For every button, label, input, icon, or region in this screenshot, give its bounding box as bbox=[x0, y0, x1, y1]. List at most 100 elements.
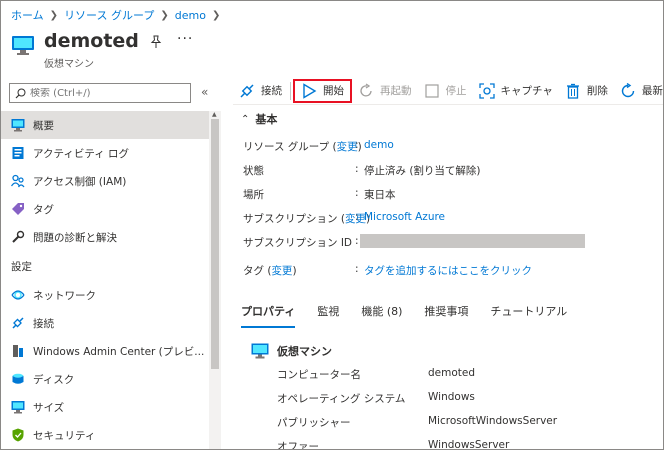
vm-property-key: オペレーティング システム bbox=[277, 393, 406, 405]
sidebar-item-security[interactable]: セキュリティ bbox=[1, 421, 209, 449]
sidebar-item-label: タグ bbox=[33, 203, 54, 216]
vm-property-row: コンピューター名 demoted bbox=[277, 363, 657, 387]
vm-property-key: オファー bbox=[277, 441, 319, 450]
property-row-subscription: サブスクリプション (変更) : Microsoft Azure bbox=[243, 207, 663, 231]
connect-label: 接続 bbox=[261, 85, 282, 97]
sidebar-item-overview[interactable]: 概要 bbox=[1, 111, 209, 139]
tab-monitoring[interactable]: 監視 bbox=[317, 299, 339, 325]
start-button[interactable]: 開始 bbox=[293, 78, 352, 103]
sidebar-item-diagnose[interactable]: 問題の診断と解決 bbox=[1, 223, 209, 251]
sidebar-item-disks[interactable]: ディスク bbox=[1, 365, 209, 393]
sidebar-item-windows-admin-center[interactable]: Windows Admin Center (プレビ... bbox=[1, 337, 209, 365]
property-key: 状態 bbox=[243, 165, 264, 177]
toolbar-divider bbox=[290, 81, 291, 100]
property-colon: : bbox=[355, 263, 359, 275]
admin-center-icon bbox=[13, 345, 23, 357]
portal-frame: ホーム ❯ リソース グループ ❯ demo ❯ demoted 仮想マシン ·… bbox=[0, 0, 664, 450]
capture-button[interactable]: キャプチャ bbox=[473, 79, 559, 103]
tab-capabilities[interactable]: 機能 (8) bbox=[361, 299, 402, 325]
vm-property-value: WindowsServer bbox=[428, 439, 510, 450]
sidebar-section-settings: 設定 bbox=[11, 260, 32, 273]
scroll-up-arrow-icon[interactable]: ▲ bbox=[212, 111, 217, 118]
network-icon bbox=[11, 290, 25, 300]
property-row-status: 状態 : 停止済み (割り当て解除) bbox=[243, 159, 663, 183]
scrollbar-thumb[interactable] bbox=[211, 119, 219, 369]
vm-properties: コンピューター名 demoted オペレーティング システム Windows パ… bbox=[277, 363, 657, 450]
sidebar: « 概要 アクティビティ ログ bbox=[1, 79, 223, 449]
sidebar-item-label: 接続 bbox=[33, 317, 54, 330]
essentials-properties: リソース グループ (変更) : demo 状態 : 停止済み (割り当て解除)… bbox=[243, 135, 663, 283]
change-tags-link[interactable]: 変更 bbox=[271, 265, 292, 277]
refresh-button[interactable]: 最新の bbox=[614, 79, 663, 103]
page-subtitle: 仮想マシン bbox=[44, 59, 94, 70]
connect-icon bbox=[12, 317, 24, 329]
activity-log-icon bbox=[12, 147, 24, 159]
delete-label: 削除 bbox=[586, 85, 608, 97]
sidebar-item-label: ネットワーク bbox=[33, 289, 96, 302]
property-row-tags: タグ (変更) : タグを追加するにはここをクリック bbox=[243, 259, 663, 283]
restart-button[interactable]: 再起動 bbox=[352, 79, 418, 103]
wrench-icon bbox=[12, 230, 25, 243]
property-key: サブスクリプション (変更) bbox=[243, 213, 371, 225]
property-colon: : bbox=[355, 187, 359, 199]
breadcrumb-demo-link[interactable]: demo bbox=[175, 9, 206, 22]
sidebar-scrollbar[interactable]: ▲ bbox=[209, 111, 221, 449]
vm-property-key: パブリッシャー bbox=[277, 417, 351, 429]
connect-button[interactable]: 接続 bbox=[233, 79, 288, 103]
essentials-toggle[interactable]: ⌃ 基本 bbox=[241, 111, 277, 127]
breadcrumb-home-link[interactable]: ホーム bbox=[11, 7, 44, 23]
sidebar-item-label: セキュリティ bbox=[33, 429, 96, 442]
chevron-right-icon: ❯ bbox=[160, 9, 169, 21]
sidebar-item-label: アクティビティ ログ bbox=[33, 147, 130, 160]
vm-section-title: 仮想マシン bbox=[251, 343, 332, 359]
delete-button[interactable]: 削除 bbox=[559, 79, 614, 103]
sidebar-item-access-control[interactable]: アクセス制御 (IAM) bbox=[1, 167, 209, 195]
refresh-label: 最新の bbox=[641, 85, 663, 97]
sidebar-item-label: 問題の診断と解決 bbox=[33, 231, 117, 244]
sidebar-item-connect[interactable]: 接続 bbox=[1, 309, 209, 337]
sidebar-item-network[interactable]: ネットワーク bbox=[1, 281, 209, 309]
status-value: 停止済み (割り当て解除) bbox=[364, 165, 481, 177]
trash-icon bbox=[566, 83, 579, 99]
stop-icon bbox=[424, 83, 439, 98]
breadcrumb: ホーム ❯ リソース グループ ❯ demo ❯ bbox=[11, 7, 226, 23]
refresh-icon bbox=[621, 82, 635, 97]
chevron-right-icon: ❯ bbox=[49, 9, 59, 21]
property-key: 場所 bbox=[243, 189, 264, 201]
more-options-icon[interactable]: ··· bbox=[177, 31, 193, 47]
sidebar-item-tags[interactable]: タグ bbox=[1, 195, 209, 223]
collapse-sidebar-icon[interactable]: « bbox=[201, 85, 208, 99]
location-value: 東日本 bbox=[364, 189, 396, 201]
add-tags-link[interactable]: タグを追加するにはここをクリック bbox=[364, 263, 532, 278]
tab-tutorials[interactable]: チュートリアル bbox=[490, 299, 567, 325]
restart-label: 再起動 bbox=[380, 85, 412, 97]
pin-icon[interactable] bbox=[149, 35, 163, 49]
sidebar-item-label: サイズ bbox=[33, 401, 65, 414]
page-title: demoted bbox=[44, 30, 139, 52]
sidebar-item-activity-log[interactable]: アクティビティ ログ bbox=[1, 139, 209, 167]
virtual-machine-icon bbox=[251, 343, 269, 359]
vm-property-row: オファー WindowsServer bbox=[277, 435, 657, 450]
command-bar: 接続 開始 再起動 停止 キャプチャ 削除 最新 bbox=[233, 77, 663, 105]
size-icon bbox=[11, 401, 25, 414]
restart-icon bbox=[360, 82, 372, 96]
breadcrumb-resource-groups-link[interactable]: リソース グループ bbox=[64, 7, 154, 23]
capture-label: キャプチャ bbox=[500, 85, 553, 97]
redacted-subscription-id bbox=[360, 234, 585, 248]
stop-button[interactable]: 停止 bbox=[418, 79, 473, 103]
property-key: リソース グループ (変更) bbox=[243, 141, 362, 153]
search-box[interactable] bbox=[9, 83, 191, 103]
sidebar-item-size[interactable]: サイズ bbox=[1, 393, 209, 421]
property-row-resource-group: リソース グループ (変更) : demo bbox=[243, 135, 663, 159]
tab-recommendations[interactable]: 推奨事項 bbox=[424, 299, 468, 325]
resource-group-link[interactable]: demo bbox=[364, 139, 394, 151]
chevron-up-icon: ⌃ bbox=[241, 113, 250, 125]
vm-property-key: コンピューター名 bbox=[277, 369, 361, 381]
play-icon bbox=[303, 82, 317, 99]
subscription-link[interactable]: Microsoft Azure bbox=[364, 211, 445, 223]
tab-properties[interactable]: プロパティ bbox=[241, 299, 296, 328]
people-icon bbox=[11, 174, 25, 188]
vm-property-value: Windows bbox=[428, 391, 475, 403]
vm-property-row: オペレーティング システム Windows bbox=[277, 387, 657, 411]
search-input[interactable] bbox=[30, 87, 180, 99]
